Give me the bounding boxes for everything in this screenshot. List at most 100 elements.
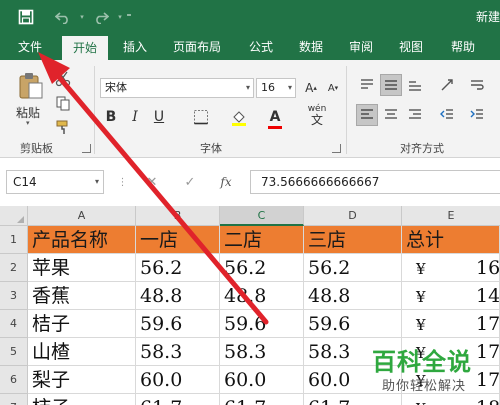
total-cell[interactable]: ¥168 (402, 254, 500, 282)
document-title: 新建 (475, 10, 500, 24)
chevron-down-icon: ▾ (94, 177, 99, 186)
header-cell[interactable]: 三店 (304, 226, 402, 254)
tab-formulas[interactable]: 公式 (240, 34, 282, 60)
alignment-group-label: 对齐方式 (400, 142, 444, 155)
tab-view[interactable]: 视图 (390, 34, 432, 60)
data-cell[interactable]: 柿子 (28, 394, 136, 405)
data-cell[interactable]: 桔子 (28, 310, 136, 338)
font-launcher-icon[interactable] (332, 144, 341, 153)
data-cell[interactable]: 58.3 (220, 338, 304, 366)
data-cell[interactable]: 59.6 (304, 310, 402, 338)
align-right-icon[interactable] (404, 104, 426, 126)
format-painter-icon[interactable] (52, 116, 74, 138)
row-header[interactable]: 2 (0, 254, 28, 282)
align-bottom-icon[interactable] (404, 74, 426, 96)
currency-symbol: ¥ (416, 260, 426, 278)
decrease-font-size-icon[interactable]: A ▾ (322, 77, 344, 99)
row-header[interactable]: 7 (0, 394, 28, 405)
data-cell[interactable]: 56.2 (304, 254, 402, 282)
row-header[interactable]: 5 (0, 338, 28, 366)
tab-review[interactable]: 审阅 (340, 34, 382, 60)
copy-icon[interactable] (52, 92, 74, 114)
data-cell[interactable]: 48.8 (304, 282, 402, 310)
data-cell[interactable]: 60.0 (220, 366, 304, 394)
row-header[interactable]: 4 (0, 310, 28, 338)
name-box[interactable]: C14 ▾ (6, 170, 104, 194)
group-divider (94, 66, 95, 154)
increase-font-size-icon[interactable]: A ▴ (300, 77, 322, 99)
cut-icon[interactable] (52, 68, 74, 90)
wrap-text-icon[interactable] (466, 74, 488, 96)
increase-indent-icon[interactable] (466, 104, 488, 126)
undo-dropdown-icon[interactable]: ▾ (78, 6, 86, 28)
watermark-logo: 百科全说 助你轻松解决 (372, 342, 490, 400)
align-left-icon[interactable] (356, 104, 378, 126)
cancel-icon[interactable]: ✕ (142, 172, 162, 192)
name-box-value: C14 (13, 175, 37, 189)
watermark-subtitle: 助你轻松解决 (382, 379, 467, 394)
font-color-icon[interactable]: A (264, 106, 286, 129)
borders-icon[interactable] (190, 106, 212, 128)
row-header[interactable]: 3 (0, 282, 28, 310)
data-cell[interactable]: 48.8 (136, 282, 220, 310)
data-cell[interactable]: 59.6 (136, 310, 220, 338)
enter-icon[interactable]: ✓ (180, 172, 200, 192)
data-cell[interactable]: 61.7 (220, 394, 304, 405)
redo-icon[interactable] (88, 6, 114, 28)
data-cell[interactable]: 56.2 (220, 254, 304, 282)
tab-page-layout[interactable]: 页面布局 (164, 34, 230, 60)
paste-button[interactable]: 粘贴 ▾ (12, 68, 48, 127)
row-header[interactable]: 1 (0, 226, 28, 254)
font-size-select[interactable]: 16 ▾ (256, 78, 296, 98)
decrease-indent-icon[interactable] (436, 104, 458, 126)
phonetic-guide-icon[interactable]: wén 文 (306, 104, 328, 126)
italic-button[interactable]: I (124, 106, 146, 128)
data-cell[interactable]: 48.8 (220, 282, 304, 310)
header-cell[interactable]: 产品名称 (28, 226, 136, 254)
font-size-value: 16 (261, 81, 275, 94)
fill-color-icon[interactable] (228, 106, 250, 128)
select-all-button[interactable] (0, 206, 28, 226)
data-cell[interactable]: 61.7 (136, 394, 220, 405)
data-cell[interactable]: 58.3 (136, 338, 220, 366)
orientation-icon[interactable] (436, 74, 458, 96)
undo-icon[interactable] (50, 6, 76, 28)
formula-input[interactable]: 73.5666666666667 (250, 170, 500, 194)
total-cell[interactable]: ¥178 (402, 310, 500, 338)
customize-quick-access-icon[interactable]: ⁼ (122, 6, 136, 28)
data-cell[interactable]: 59.6 (220, 310, 304, 338)
column-header-c[interactable]: C (220, 206, 304, 226)
data-cell[interactable]: 香蕉 (28, 282, 136, 310)
data-cell[interactable]: 60.0 (136, 366, 220, 394)
tab-home[interactable]: 开始 (62, 36, 108, 60)
data-cell[interactable]: 56.2 (136, 254, 220, 282)
total-value: 168 (476, 257, 500, 279)
save-icon[interactable] (14, 6, 38, 28)
clipboard-launcher-icon[interactable] (82, 144, 91, 153)
tab-file[interactable]: 文件 (8, 34, 52, 60)
data-cell[interactable]: 梨子 (28, 366, 136, 394)
tab-help[interactable]: 帮助 (442, 34, 484, 60)
tab-data[interactable]: 数据 (290, 34, 332, 60)
font-name-select[interactable]: 宋体 ▾ (100, 78, 254, 98)
column-header-d[interactable]: D (304, 206, 402, 226)
insert-function-button[interactable]: fx (216, 172, 236, 192)
column-header-e[interactable]: E (402, 206, 500, 226)
header-cell[interactable]: 二店 (220, 226, 304, 254)
column-header-b[interactable]: B (136, 206, 220, 226)
align-top-icon[interactable] (356, 74, 378, 96)
align-center-icon[interactable] (380, 104, 402, 126)
column-header-a[interactable]: A (28, 206, 136, 226)
row-header[interactable]: 6 (0, 366, 28, 394)
header-cell[interactable]: 一店 (136, 226, 220, 254)
bold-button[interactable]: B (100, 106, 122, 128)
tab-insert[interactable]: 插入 (114, 34, 156, 60)
data-cell[interactable]: 山楂 (28, 338, 136, 366)
underline-button[interactable]: U (148, 106, 170, 128)
currency-symbol: ¥ (416, 316, 426, 334)
total-cell[interactable]: ¥146 (402, 282, 500, 310)
align-middle-icon[interactable] (380, 74, 402, 96)
data-cell[interactable]: 苹果 (28, 254, 136, 282)
header-cell[interactable]: 总计 (402, 226, 500, 254)
total-value: 146 (476, 285, 500, 307)
